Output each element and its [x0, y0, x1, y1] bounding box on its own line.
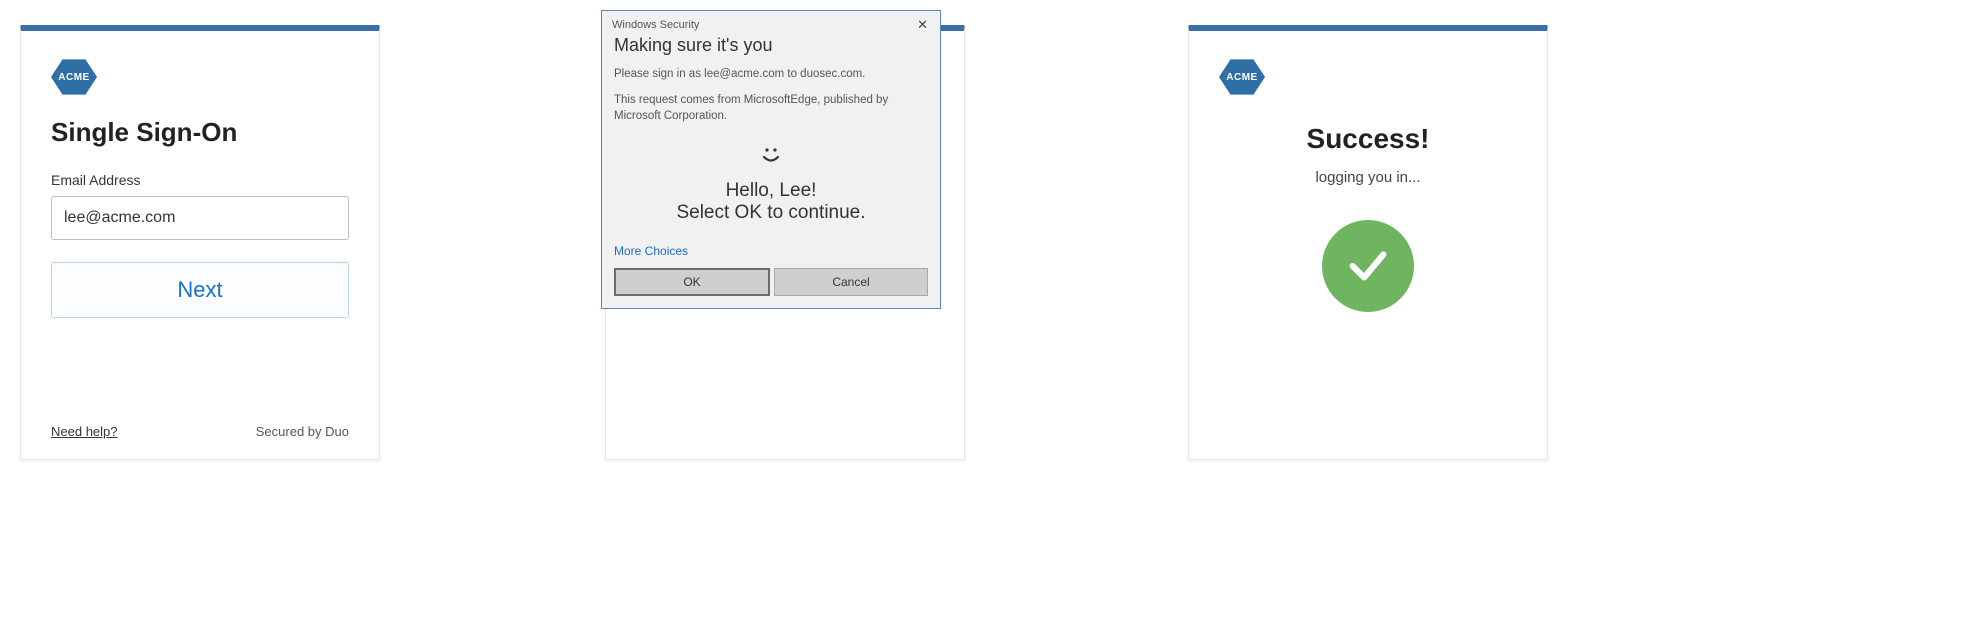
next-button[interactable]: Next [51, 262, 349, 318]
success-subtitle: logging you in... [1315, 169, 1420, 186]
card-footer: Need help? Secured by Duo [51, 424, 349, 439]
acme-logo-text: ACME [58, 72, 89, 83]
email-field[interactable] [51, 196, 349, 240]
dialog-instruction-2: This request comes from MicrosoftEdge, p… [602, 92, 940, 124]
dialog-button-row: OK Cancel [602, 268, 940, 308]
secured-by-label: Secured by Duo [256, 424, 349, 439]
smiley-icon [602, 142, 940, 172]
success-title: Success! [1307, 123, 1430, 155]
ok-button[interactable]: OK [614, 268, 770, 296]
dialog-title: Windows Security [612, 19, 699, 31]
need-help-link[interactable]: Need help? [51, 424, 118, 439]
acme-logo-text: ACME [1226, 72, 1257, 83]
success-check-icon [1322, 220, 1414, 312]
cancel-button[interactable]: Cancel [774, 268, 928, 296]
select-ok-text: Select OK to continue. [602, 202, 940, 224]
windows-security-dialog: Windows Security ✕ Making sure it's you … [601, 10, 941, 309]
close-icon[interactable]: ✕ [913, 17, 932, 33]
acme-logo: ACME [1219, 57, 1265, 97]
more-choices-link[interactable]: More Choices [602, 244, 940, 258]
hello-text: Hello, Lee! [602, 180, 940, 202]
sso-success-card: ACME Success! logging you in... [1188, 25, 1548, 460]
sso-login-card: ACME Single Sign-On Email Address Next N… [20, 25, 380, 460]
dialog-instruction-1: Please sign in as lee@acme.com to duosec… [602, 66, 940, 82]
dialog-heading: Making sure it's you [602, 35, 940, 66]
sso-title: Single Sign-On [51, 117, 349, 148]
email-label: Email Address [51, 172, 349, 188]
dialog-titlebar: Windows Security ✕ [602, 11, 940, 35]
acme-logo: ACME [51, 57, 97, 97]
